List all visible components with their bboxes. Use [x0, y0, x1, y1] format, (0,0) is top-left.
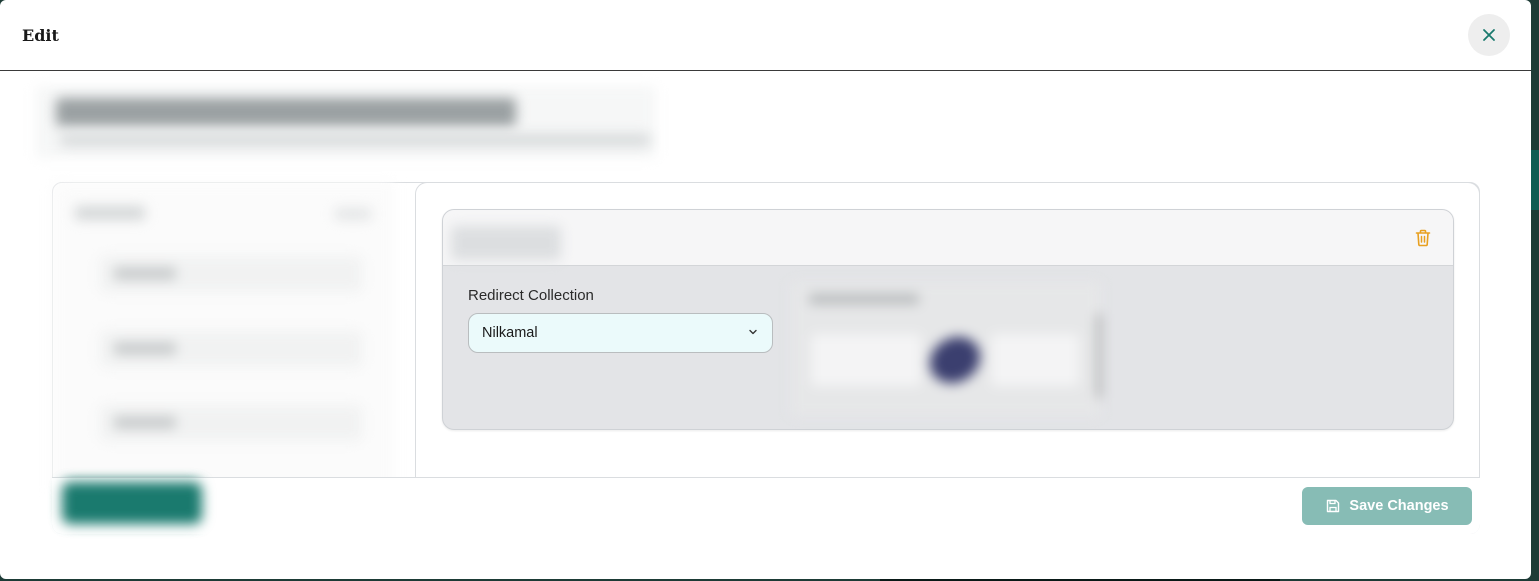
item-card-header [443, 210, 1453, 266]
blurred-sidebar-item [100, 331, 362, 367]
select-value: Nilkamal [482, 325, 538, 341]
chevron-down-icon [749, 329, 757, 335]
blurred-sidebar-action [335, 208, 371, 220]
close-button[interactable] [1468, 14, 1510, 56]
modal-header: Edit [0, 0, 1531, 71]
blurred-footer-button [62, 482, 202, 524]
redirect-collection-label: Redirect Collection [468, 287, 594, 304]
blurred-sidebar-item [100, 405, 362, 441]
modal-footer [52, 477, 1480, 534]
blurred-subheading [60, 134, 650, 146]
blurred-sidebar-item [100, 256, 362, 292]
save-changes-label: Save Changes [1349, 498, 1449, 514]
floppy-disk-icon [1327, 499, 1340, 513]
modal-title: Edit [22, 26, 59, 45]
trash-icon [1415, 229, 1431, 247]
close-icon [1483, 29, 1495, 41]
blurred-heading [56, 98, 516, 126]
save-changes-button[interactable]: Save Changes [1302, 487, 1472, 525]
blurred-sidebar-heading [75, 206, 145, 220]
blurred-item-title [451, 226, 561, 260]
edit-modal: Edit Redirect Collection Nilkamal Save C… [0, 0, 1531, 579]
redirect-collection-select[interactable]: Nilkamal [468, 313, 773, 353]
delete-button[interactable] [1412, 227, 1434, 249]
blurred-image-preview [791, 282, 1100, 416]
